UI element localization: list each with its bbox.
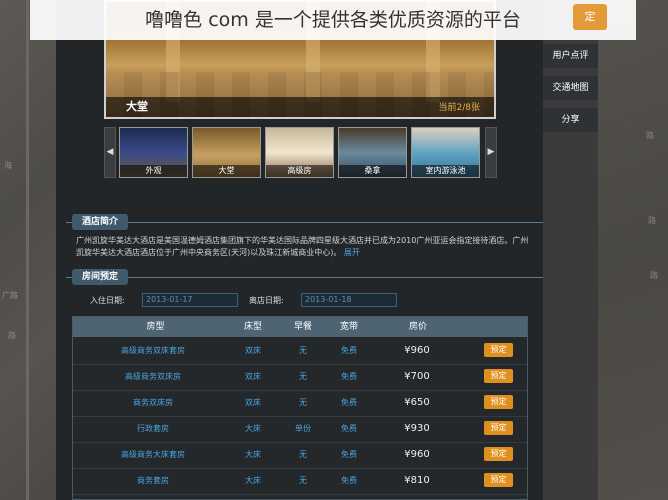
bed-type: 大床 — [245, 476, 261, 485]
header-room-type: 房型 — [146, 322, 165, 332]
broadband: 免费 — [341, 398, 357, 407]
table-row: 高级商务双床套房 双床 无 免费 ¥960 预定 — [73, 338, 527, 365]
breakfast: 无 — [299, 372, 307, 381]
thumbnail-strip: ◀ 外观 大堂 高级房 桑拿 室内游泳池 ▶ — [104, 127, 497, 178]
intro-text: 广州凯旋华美达大酒店是美国温德姆酒店集团旗下的华美达国际品牌四星级大酒店并已成为… — [76, 236, 529, 257]
book-button[interactable]: 预定 — [484, 369, 513, 383]
header-broadband: 宽带 — [339, 322, 358, 332]
table-row: 高级商务大床套房 大床 无 免费 ¥960 预定 — [73, 442, 527, 469]
broadband: 免费 — [341, 450, 357, 459]
thumbnail-sauna[interactable]: 桑拿 — [338, 127, 407, 178]
next-arrow-icon[interactable]: ▶ — [485, 127, 497, 178]
thumbnail-label: 外观 — [120, 165, 187, 177]
thumbnail-label: 室内游泳池 — [412, 165, 479, 177]
broadband: 免费 — [341, 346, 357, 355]
intro-expand-link[interactable]: 展开 — [344, 248, 360, 257]
breakfast: 无 — [299, 398, 307, 407]
table-row: 商务双床房 双床 无 免费 ¥650 预定 — [73, 390, 527, 417]
breakfast: 单份 — [295, 424, 311, 433]
photo-caption: 大堂 — [126, 100, 148, 113]
book-button[interactable]: 预定 — [484, 395, 513, 409]
map-label: 路 — [8, 331, 16, 340]
overlay-banner: 噜噜色 com 是一个提供各类优质资源的平台 — [30, 0, 636, 40]
checkin-date-input[interactable]: 2013-01-17 — [142, 293, 238, 307]
bed-type: 双床 — [245, 398, 261, 407]
room-name-link[interactable]: 行政套房 — [73, 416, 233, 442]
table-row: 行政套房 大床 单份 免费 ¥930 预定 — [73, 416, 527, 443]
section-divider — [66, 277, 543, 278]
booking-section-header: 房间预定 — [66, 269, 543, 287]
share-button[interactable]: 分享 — [543, 108, 598, 132]
map-label: 路 — [648, 216, 656, 225]
header-breakfast: 早餐 — [293, 322, 312, 332]
room-name-link[interactable]: 高级商务大床套房 — [73, 442, 233, 468]
checkin-label: 入住日期: — [90, 296, 125, 305]
book-button[interactable]: 预定 — [484, 343, 513, 357]
book-button[interactable]: 预定 — [484, 447, 513, 461]
breakfast: 无 — [299, 450, 307, 459]
room-price: ¥700 — [404, 371, 430, 382]
banner-corner-button[interactable]: 定 — [573, 4, 607, 30]
header-price: 房价 — [408, 322, 427, 332]
map-label: 路 — [646, 131, 654, 140]
room-table-header: 房型 床型 早餐 宽带 房价 — [73, 317, 527, 337]
photo-caption-bar — [106, 97, 494, 117]
room-price: ¥650 — [404, 397, 430, 408]
intro-section-header: 酒店简介 — [66, 214, 543, 232]
map-button[interactable]: 交通地图 — [543, 76, 598, 100]
checkout-date-input[interactable]: 2013-01-18 — [301, 293, 397, 307]
map-label: 路 — [650, 271, 658, 280]
room-price: ¥960 — [404, 345, 430, 356]
hotel-intro: 广州凯旋华美达大酒店是美国温德姆酒店集团旗下的华美达国际品牌四星级大酒店并已成为… — [76, 235, 536, 259]
reviews-button[interactable]: 用户点评 — [543, 44, 598, 68]
map-label: 广路 — [2, 291, 18, 300]
room-price: ¥810 — [404, 475, 430, 486]
thumbnail-pool[interactable]: 室内游泳池 — [411, 127, 480, 178]
room-price: ¥960 — [404, 449, 430, 460]
header-bed-type: 床型 — [243, 322, 262, 332]
bed-type: 大床 — [245, 450, 261, 459]
room-name-link[interactable]: 商务双床房 — [73, 390, 233, 416]
map-road — [26, 0, 29, 500]
checkout-label: 离店日期: — [249, 296, 284, 305]
broadband: 免费 — [341, 476, 357, 485]
thumbnail-label: 桑拿 — [339, 165, 406, 177]
intro-title: 酒店简介 — [72, 214, 129, 230]
map-background-left: 海 路 广路 — [0, 0, 56, 500]
room-name-link[interactable]: 高级商务双床套房 — [73, 338, 233, 364]
breakfast: 无 — [299, 346, 307, 355]
prev-arrow-icon[interactable]: ◀ — [104, 127, 116, 178]
book-button[interactable]: 预定 — [484, 473, 513, 487]
thumbnail-room[interactable]: 高级房 — [265, 127, 334, 178]
booking-title: 房间预定 — [72, 269, 129, 285]
photo-counter: 当前2/8张 — [438, 103, 481, 113]
room-name-link[interactable]: 商务套房 — [73, 468, 233, 494]
bed-type: 双床 — [245, 346, 261, 355]
room-table: 房型 床型 早餐 宽带 房价 高级商务双床套房 双床 无 免费 ¥960 预定 … — [72, 316, 528, 500]
thumbnail-exterior[interactable]: 外观 — [119, 127, 188, 178]
table-row: 商务套房 大床 无 免费 ¥810 预定 — [73, 468, 527, 495]
book-button[interactable]: 预定 — [484, 421, 513, 435]
thumbnail-label: 大堂 — [193, 165, 260, 177]
bed-type: 双床 — [245, 372, 261, 381]
map-label: 海 — [4, 161, 12, 170]
breakfast: 无 — [299, 476, 307, 485]
section-divider — [66, 222, 543, 223]
table-row: 高级商务双床房 双床 无 免费 ¥700 预定 — [73, 364, 527, 391]
thumbnail-label: 高级房 — [266, 165, 333, 177]
room-price: ¥930 — [404, 423, 430, 434]
bed-type: 大床 — [245, 424, 261, 433]
thumbnail-lobby[interactable]: 大堂 — [192, 127, 261, 178]
broadband: 免费 — [341, 424, 357, 433]
room-name-link[interactable]: 高级商务双床房 — [73, 364, 233, 390]
broadband: 免费 — [341, 372, 357, 381]
map-background-right: 路 路 路 — [598, 0, 668, 500]
